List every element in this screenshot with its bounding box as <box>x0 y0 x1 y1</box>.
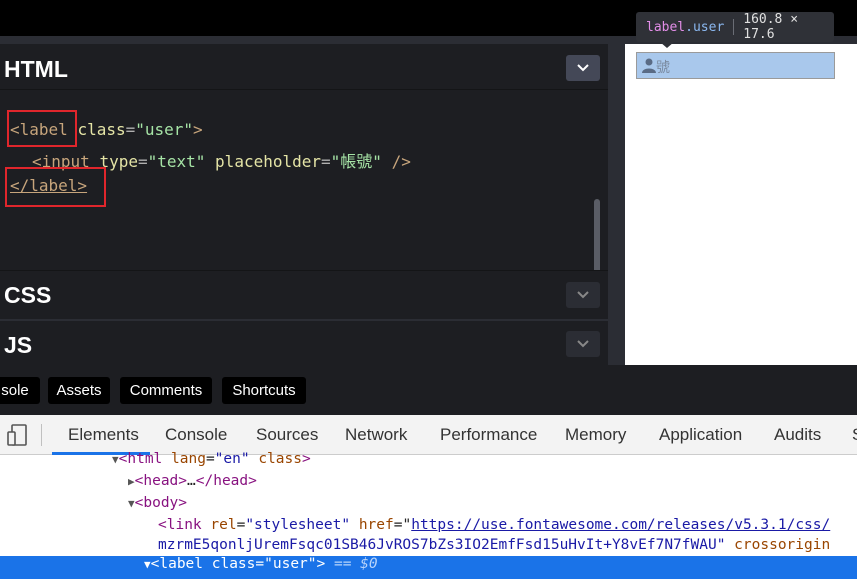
tooltip-separator <box>733 19 735 35</box>
css-pane-header[interactable]: CSS <box>0 270 608 318</box>
tab-memory[interactable]: Memory <box>565 425 626 445</box>
collapse-arrow-icon[interactable]: ▼ <box>112 453 119 466</box>
js-pane-header[interactable]: JS <box>0 319 608 365</box>
tab-application[interactable]: Application <box>659 425 742 445</box>
tooltip-arrow <box>660 42 674 48</box>
tooltip-size: 160.8 × 17.6 <box>743 12 799 42</box>
dom-node-html[interactable]: ▼<html lang="en" class> <box>112 451 311 467</box>
chevron-down-icon <box>577 64 589 72</box>
tab-network[interactable]: Network <box>345 425 407 445</box>
selected-node-marker: == $0 <box>325 556 378 572</box>
dom-node-link[interactable]: <link rel="stylesheet" href="https://use… <box>158 517 830 533</box>
devtools-panel: Elements Console Sources Network Perform… <box>0 415 857 579</box>
editor-scrollbar[interactable] <box>594 199 600 279</box>
html-pane-title: HTML <box>4 56 68 82</box>
dom-node-head[interactable]: ▶<head>…</head> <box>128 473 257 489</box>
shortcuts-button[interactable]: Shortcuts <box>222 377 306 404</box>
code-editor: HTML <label class="user"> <input type="t… <box>0 44 608 365</box>
html-pane-menu-button[interactable] <box>566 55 600 81</box>
dom-node-body[interactable]: ▼<body> <box>128 495 187 511</box>
highlight-box-close-tag <box>5 167 106 207</box>
collapse-arrow-icon[interactable]: ▼ <box>144 558 151 571</box>
js-pane-title: JS <box>4 332 33 358</box>
comments-button[interactable]: Comments <box>120 377 212 404</box>
assets-button[interactable]: Assets <box>48 377 110 404</box>
highlight-box-open-tag <box>7 110 77 147</box>
element-inspect-tooltip: label .user 160.8 × 17.6 <box>636 12 834 42</box>
dom-node-link-continued: mzrmE5qonljUremFsqc01SB46JvROS7bZs3IO2Em… <box>158 537 831 553</box>
bottom-toolbar: sole Assets Comments Shortcuts <box>0 365 857 415</box>
expand-arrow-icon[interactable]: ▶ <box>128 475 135 488</box>
tab-sources[interactable]: Sources <box>256 425 318 445</box>
chevron-down-icon <box>577 340 589 348</box>
stylesheet-link[interactable]: https://use.fontawesome.com/releases/v5.… <box>411 517 830 533</box>
tab-elements[interactable]: Elements <box>68 425 139 445</box>
html-code-area[interactable]: <label class="user"> <input type="text" … <box>0 90 608 265</box>
result-preview: 號 <box>625 44 857 365</box>
html-pane-header: HTML <box>0 44 608 90</box>
tooltip-tag: label <box>646 19 686 35</box>
resize-gutter[interactable] <box>608 44 625 365</box>
tab-console[interactable]: Console <box>165 425 227 445</box>
preview-username-input[interactable]: 號 <box>636 52 835 79</box>
user-icon <box>642 58 656 73</box>
css-pane-menu-button[interactable] <box>566 282 600 308</box>
preview-input-placeholder: 號 <box>656 60 670 76</box>
tabbar-divider <box>41 424 42 446</box>
js-pane-menu-button[interactable] <box>566 331 600 357</box>
tab-overflow[interactable]: S <box>852 425 857 445</box>
tab-performance[interactable]: Performance <box>440 425 537 445</box>
devtools-tabbar: Elements Console Sources Network Perform… <box>0 415 857 455</box>
collapse-arrow-icon[interactable]: ▼ <box>128 497 135 510</box>
tooltip-class: .user <box>685 19 725 35</box>
chevron-down-icon <box>577 291 589 299</box>
tab-audits[interactable]: Audits <box>774 425 821 445</box>
css-pane-title: CSS <box>4 282 52 308</box>
dom-tree: ▼<html lang="en" class> ▶<head>…</head> … <box>0 451 857 579</box>
dom-node-label[interactable]: ▼<label class="user"> == $0 <box>144 556 378 572</box>
console-button[interactable]: sole <box>0 377 40 404</box>
dom-selected-row[interactable]: ▼<label class="user"> == $0 <box>0 556 857 579</box>
device-toolbar-icon[interactable] <box>6 423 28 447</box>
